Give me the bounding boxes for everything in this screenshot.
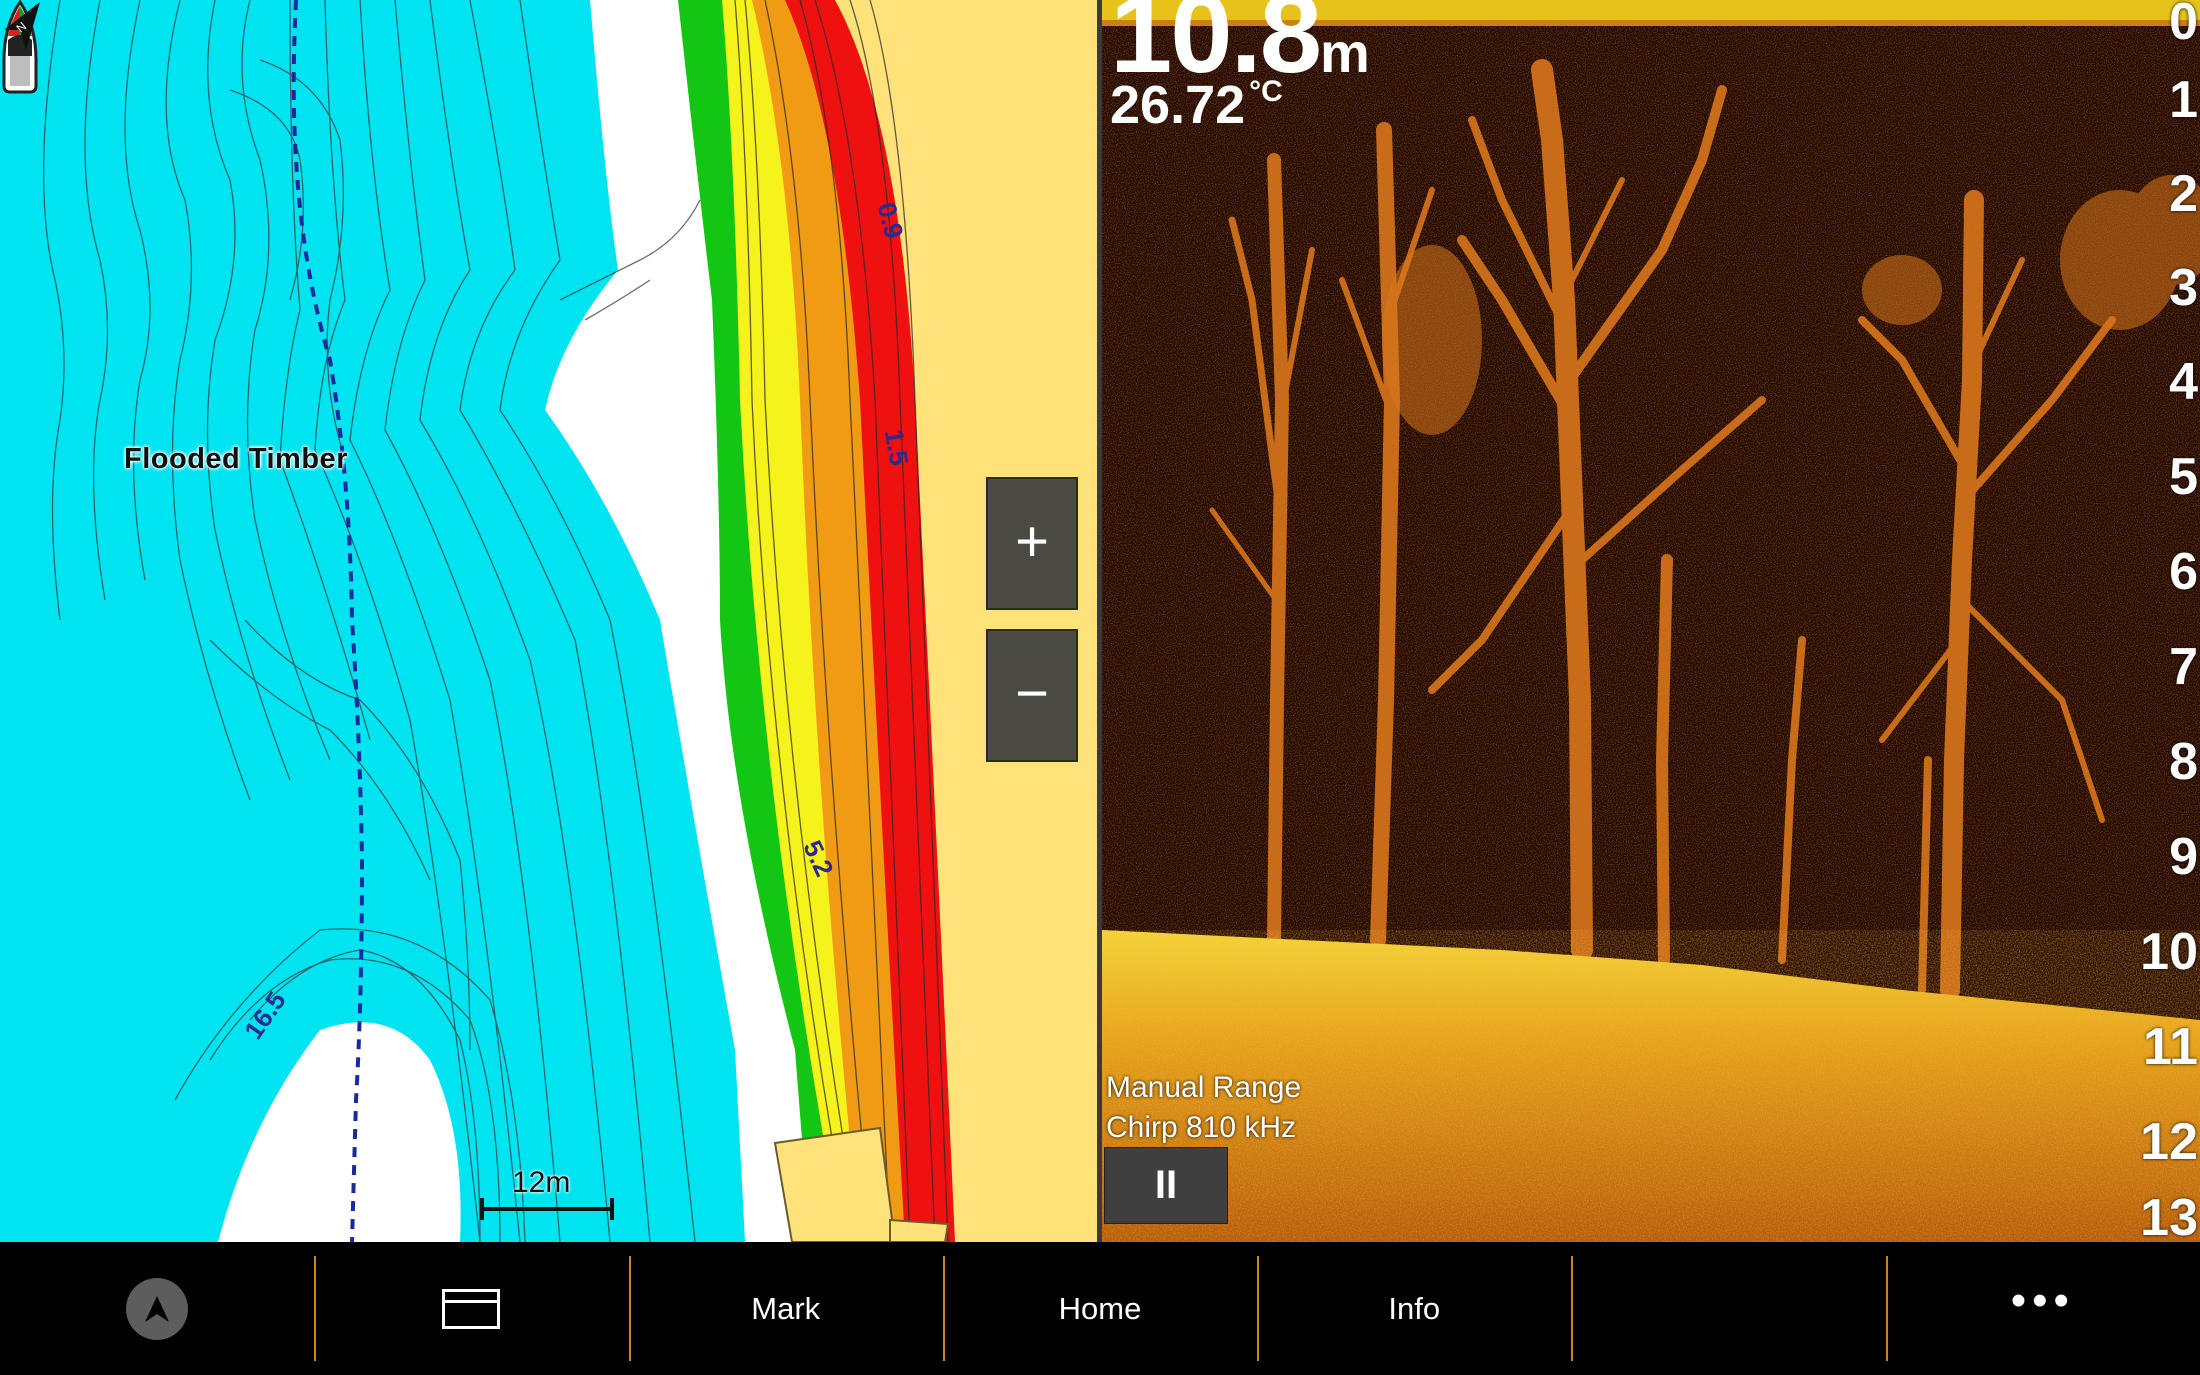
more-options-button[interactable]: •••	[1885, 1242, 2200, 1375]
depth-scale-tick: 11	[2143, 1018, 2198, 1076]
depth-unit: m	[1319, 21, 1370, 84]
depth-scale-tick: 3	[2169, 259, 2198, 317]
depth-scale-tick: 13	[2140, 1189, 2198, 1242]
frequency-label: Chirp 810 kHz	[1106, 1111, 1297, 1144]
chart-pane[interactable]: Flooded Timber 0.9 1.5 5.2 16.5 12m N + …	[0, 0, 1097, 1242]
zoom-out-button[interactable]: −	[986, 629, 1078, 762]
bottom-toolbar: Mark Home Info •••	[0, 1242, 2200, 1375]
more-options-icon: •••	[2010, 1275, 2075, 1325]
temperature-value: 26.72	[1110, 75, 1246, 135]
layout-icon	[442, 1288, 501, 1329]
sonar-mode-info: Manual Range Chirp 810 kHz	[1106, 1068, 1301, 1148]
depth-scale-tick: 6	[2169, 543, 2198, 601]
depth-scale-tick: 2	[2169, 165, 2198, 223]
sonar-pane[interactable]: 10.8m 26.72 °C 0 1 2 3 4 5 6 7 8 9 10 11 …	[1102, 0, 2200, 1242]
scale-bar	[480, 1198, 614, 1220]
depth-label: 1.5	[878, 427, 915, 468]
zoom-in-button[interactable]: +	[986, 477, 1078, 610]
navigation-icon	[126, 1277, 189, 1340]
depth-scale-tick: 10	[2140, 923, 2198, 981]
depth-scale-tick: 4	[2169, 353, 2198, 411]
water-temperature-readout: 26.72 °C	[1110, 75, 1283, 135]
depth-scale-tick: 0	[2169, 0, 2198, 51]
info-button[interactable]: Info	[1257, 1242, 1571, 1375]
depth-scale-tick: 12	[2140, 1113, 2198, 1171]
nautical-chart-map[interactable]	[0, 0, 1097, 1242]
depth-scale-tick: 7	[2169, 638, 2198, 696]
depth-scale-tick: 1	[2169, 71, 2198, 129]
navigation-button[interactable]	[0, 1242, 314, 1375]
home-button[interactable]: Home	[942, 1242, 1257, 1375]
pause-button[interactable]: II	[1104, 1147, 1228, 1224]
depth-scale-tick: 8	[2169, 733, 2198, 791]
depth-scale-tick: 9	[2169, 828, 2198, 886]
empty-slot-button[interactable]	[1571, 1242, 1885, 1375]
area-label: Flooded Timber	[124, 443, 348, 475]
depth-scale-tick: 5	[2169, 448, 2198, 506]
temperature-unit: °C	[1249, 75, 1283, 108]
scale-label: 12m	[512, 1166, 571, 1199]
layout-button[interactable]	[314, 1242, 628, 1375]
sonar-image	[1102, 0, 2200, 1242]
north-arrow-icon[interactable]: N	[0, 0, 44, 52]
mark-button[interactable]: Mark	[628, 1242, 943, 1375]
range-mode-label: Manual Range	[1106, 1071, 1302, 1104]
